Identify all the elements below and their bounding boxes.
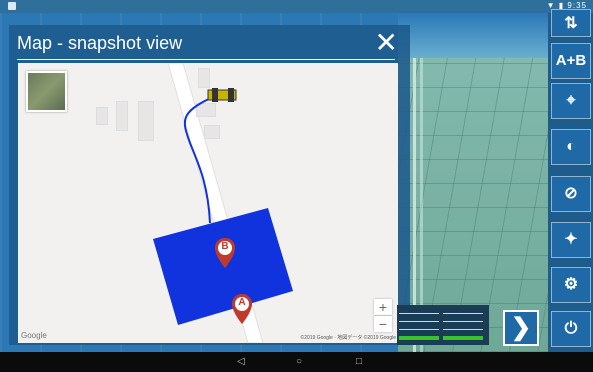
- brightness-icon: ◐: [566, 138, 576, 155]
- gauge-line: [443, 313, 483, 314]
- panel-title: Map - snapshot view: [17, 33, 183, 53]
- title-divider: [17, 59, 395, 60]
- status-gauges: [397, 305, 489, 345]
- power-icon: ⏻: [564, 320, 578, 337]
- google-logo: Google: [21, 331, 47, 340]
- right-toolbar: ⇅ A+B ⌖ ◐ ⊘ ✦ ⚙ ⏻: [548, 9, 593, 352]
- gauge-bar: [443, 336, 483, 340]
- map-overlay: [153, 88, 293, 325]
- map-location-button[interactable]: ⌖: [551, 83, 591, 119]
- satellite-button[interactable]: ✦: [551, 222, 591, 258]
- satellite-icon: ✦: [564, 231, 578, 248]
- gauge-line: [399, 321, 439, 322]
- gauge-line: [443, 329, 483, 330]
- compass-button[interactable]: ⊘: [551, 176, 591, 212]
- compass-icon: ⊘: [564, 185, 578, 202]
- settings-icon: ⚙: [563, 276, 579, 293]
- ab-line-button[interactable]: A+B: [551, 43, 591, 79]
- gauge-line: [399, 313, 439, 314]
- back-icon[interactable]: ◁: [237, 356, 245, 367]
- map-location-icon: ⌖: [566, 92, 576, 109]
- gauge-bar: [399, 336, 439, 340]
- tractor-icon: [207, 88, 237, 102]
- gauge-line: [399, 329, 439, 330]
- chevron-right-button[interactable]: ❯: [503, 310, 539, 346]
- zoom-out-button[interactable]: −: [374, 316, 392, 332]
- brightness-button[interactable]: ◐: [551, 129, 591, 165]
- home-icon[interactable]: ○: [296, 356, 302, 367]
- track-path: [184, 97, 212, 224]
- android-nav-bar: ◁ ○ □: [0, 352, 593, 372]
- recents-icon[interactable]: □: [356, 356, 362, 367]
- 3d-field-view[interactable]: [398, 13, 548, 358]
- ab-line-icon: A+B: [555, 52, 587, 69]
- gauge-line: [443, 321, 483, 322]
- settings-button[interactable]: ⚙: [551, 267, 591, 303]
- map-view[interactable]: B A + − Google ©2019 Google · 地図データ ©201…: [18, 63, 398, 343]
- close-button[interactable]: ✕: [375, 26, 398, 59]
- status-bar: ▼ ▮ 9:35: [0, 0, 593, 13]
- chevron-right-icon: ❯: [510, 314, 532, 341]
- sky: [398, 13, 548, 58]
- pin-a-marker[interactable]: A: [231, 293, 253, 325]
- pin-b-marker[interactable]: B: [214, 237, 236, 269]
- sort-button[interactable]: ⇅: [551, 9, 591, 37]
- notification-icon: [8, 2, 16, 10]
- zoom-in-button[interactable]: +: [374, 299, 392, 315]
- pin-a-label: A: [238, 297, 246, 308]
- sort-icon: ⇅: [564, 15, 578, 32]
- map-attribution: ©2019 Google · 地図データ ©2019 Google: [300, 335, 396, 341]
- pin-b-label: B: [221, 241, 229, 252]
- power-button[interactable]: ⏻: [551, 311, 591, 347]
